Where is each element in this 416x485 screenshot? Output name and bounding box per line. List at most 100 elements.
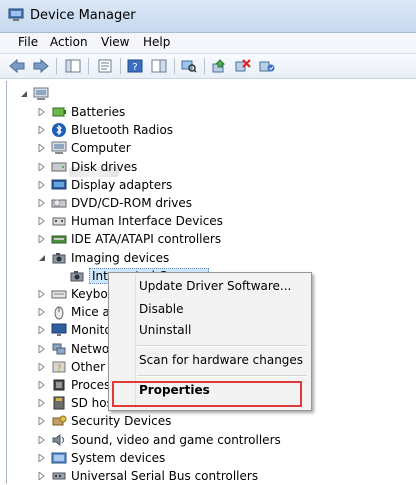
menu-divider	[137, 345, 307, 347]
menu-bar: File Action View Help	[0, 33, 416, 54]
menu-action[interactable]: Action	[46, 35, 92, 49]
expand-arrow-icon[interactable]	[37, 398, 47, 408]
expand-arrow-icon[interactable]	[37, 416, 47, 426]
tree-item[interactable]: Computer	[37, 139, 131, 157]
expand-arrow-icon[interactable]	[37, 234, 47, 244]
menu-item-uninstall[interactable]: Uninstall	[139, 323, 191, 337]
toolbar-separator	[56, 58, 57, 74]
menu-item-update-driver[interactable]: Update Driver Software...	[139, 279, 291, 293]
menu-divider	[137, 375, 307, 377]
expand-arrow-icon[interactable]	[37, 471, 47, 481]
tree-item[interactable]: DVD/CD-ROM drives	[37, 194, 192, 212]
show-hide-tree-icon[interactable]	[62, 56, 84, 76]
expand-arrow-icon[interactable]	[37, 325, 47, 335]
expand-arrow-icon[interactable]	[37, 198, 47, 208]
security-icon	[51, 413, 67, 429]
sd-host-icon	[51, 395, 67, 411]
toolbar-separator	[120, 58, 121, 74]
tree-item-label: Security Devices	[71, 414, 172, 429]
tree-item[interactable]: Imaging devices	[37, 249, 169, 267]
tree-item[interactable]: Security Devices	[37, 412, 171, 430]
collapse-arrow-icon[interactable]	[37, 253, 47, 263]
display-adapter-icon	[51, 177, 67, 193]
tree-item-label: Display adapters	[71, 177, 173, 192]
collapse-arrow-icon[interactable]	[19, 89, 29, 99]
svg-text:?: ?	[57, 364, 62, 374]
menu-item-scan[interactable]: Scan for hardware changes	[139, 353, 303, 367]
highlight-box	[112, 381, 302, 407]
menu-view[interactable]: View	[97, 35, 133, 49]
expand-arrow-icon[interactable]	[37, 289, 47, 299]
svg-text:?: ?	[132, 62, 137, 73]
enable-device-icon[interactable]	[256, 56, 278, 76]
back-arrow-icon[interactable]	[6, 56, 28, 76]
tree-item-label: System devices	[71, 450, 166, 465]
expand-arrow-icon[interactable]	[37, 162, 47, 172]
expand-arrow-icon[interactable]	[37, 344, 47, 354]
tree-item[interactable]: Batteries	[37, 103, 125, 121]
network-icon	[51, 341, 67, 357]
tree-item[interactable]: System devices	[37, 449, 165, 467]
uninstall-icon[interactable]	[232, 56, 254, 76]
help-icon[interactable]: ?	[124, 56, 146, 76]
tree-item[interactable]: Display adapters	[37, 176, 172, 194]
tree-item[interactable]: IDE ATA/ATAPI controllers	[37, 230, 221, 248]
toolbar: ?	[0, 54, 416, 79]
forward-arrow-icon[interactable]	[30, 56, 52, 76]
tree-item-label: Sound, video and game controllers	[71, 432, 281, 447]
menu-item-disable[interactable]: Disable	[139, 302, 184, 316]
expand-arrow-icon[interactable]	[37, 380, 47, 390]
system-devices-icon	[51, 450, 67, 466]
scan-hardware-icon[interactable]	[178, 56, 200, 76]
computer-icon	[33, 86, 49, 102]
other-devices-icon: ?	[51, 359, 67, 375]
dvd-icon	[51, 195, 67, 211]
expand-arrow-icon[interactable]	[37, 107, 47, 117]
menu-help[interactable]: Help	[139, 35, 174, 49]
tree-item-label: IDE ATA/ATAPI controllers	[71, 232, 222, 247]
tree-item-label: Bluetooth Radios	[71, 123, 174, 138]
bluetooth-icon	[51, 122, 67, 138]
tree-item-label: Batteries	[71, 105, 126, 119]
tree-item[interactable]: Bluetooth Radios	[37, 121, 173, 139]
action-pane-icon[interactable]	[148, 56, 170, 76]
tree-item[interactable]: Disk drives	[37, 158, 137, 176]
toolbar-separator	[204, 58, 205, 74]
expand-arrow-icon[interactable]	[37, 143, 47, 153]
tree-item[interactable]: Sound, video and game controllers	[37, 431, 281, 449]
computer-icon	[51, 140, 67, 156]
expand-arrow-icon[interactable]	[37, 453, 47, 463]
expand-arrow-icon[interactable]	[37, 125, 47, 135]
expand-arrow-icon[interactable]	[37, 307, 47, 317]
tree-item[interactable]: Universal Serial Bus controllers	[37, 467, 258, 485]
tree-item-label: DVD/CD-ROM drives	[71, 196, 193, 210]
usb-icon	[51, 468, 67, 484]
camera-icon	[51, 250, 67, 266]
battery-icon	[51, 104, 67, 120]
tree-item-label: Universal Serial Bus controllers	[71, 469, 259, 483]
sound-icon	[51, 432, 67, 448]
expand-arrow-icon[interactable]	[37, 435, 47, 445]
expand-arrow-icon[interactable]	[37, 216, 47, 226]
title-bar: Device Manager	[0, 0, 416, 33]
menu-file[interactable]: File	[14, 35, 42, 49]
update-driver-icon[interactable]	[208, 56, 230, 76]
expand-arrow-icon[interactable]	[37, 180, 47, 190]
tree-root[interactable]	[19, 85, 53, 103]
toolbar-separator	[174, 58, 175, 74]
toolbar-separator	[88, 58, 89, 74]
ide-controller-icon	[51, 231, 67, 247]
properties-icon[interactable]	[94, 56, 116, 76]
disk-drive-icon	[51, 159, 67, 175]
tree-item-label: Imaging devices	[71, 250, 170, 265]
processor-icon	[51, 377, 67, 393]
keyboard-icon	[51, 286, 67, 302]
tree-item-label: Human Interface Devices	[71, 214, 223, 229]
tree-item[interactable]: Human Interface Devices	[37, 212, 223, 230]
mouse-icon	[51, 304, 67, 320]
monitor-icon	[51, 322, 67, 338]
tree-item-label: Computer	[71, 141, 131, 156]
window-title: Device Manager	[30, 8, 136, 23]
expand-arrow-icon[interactable]	[37, 362, 47, 372]
